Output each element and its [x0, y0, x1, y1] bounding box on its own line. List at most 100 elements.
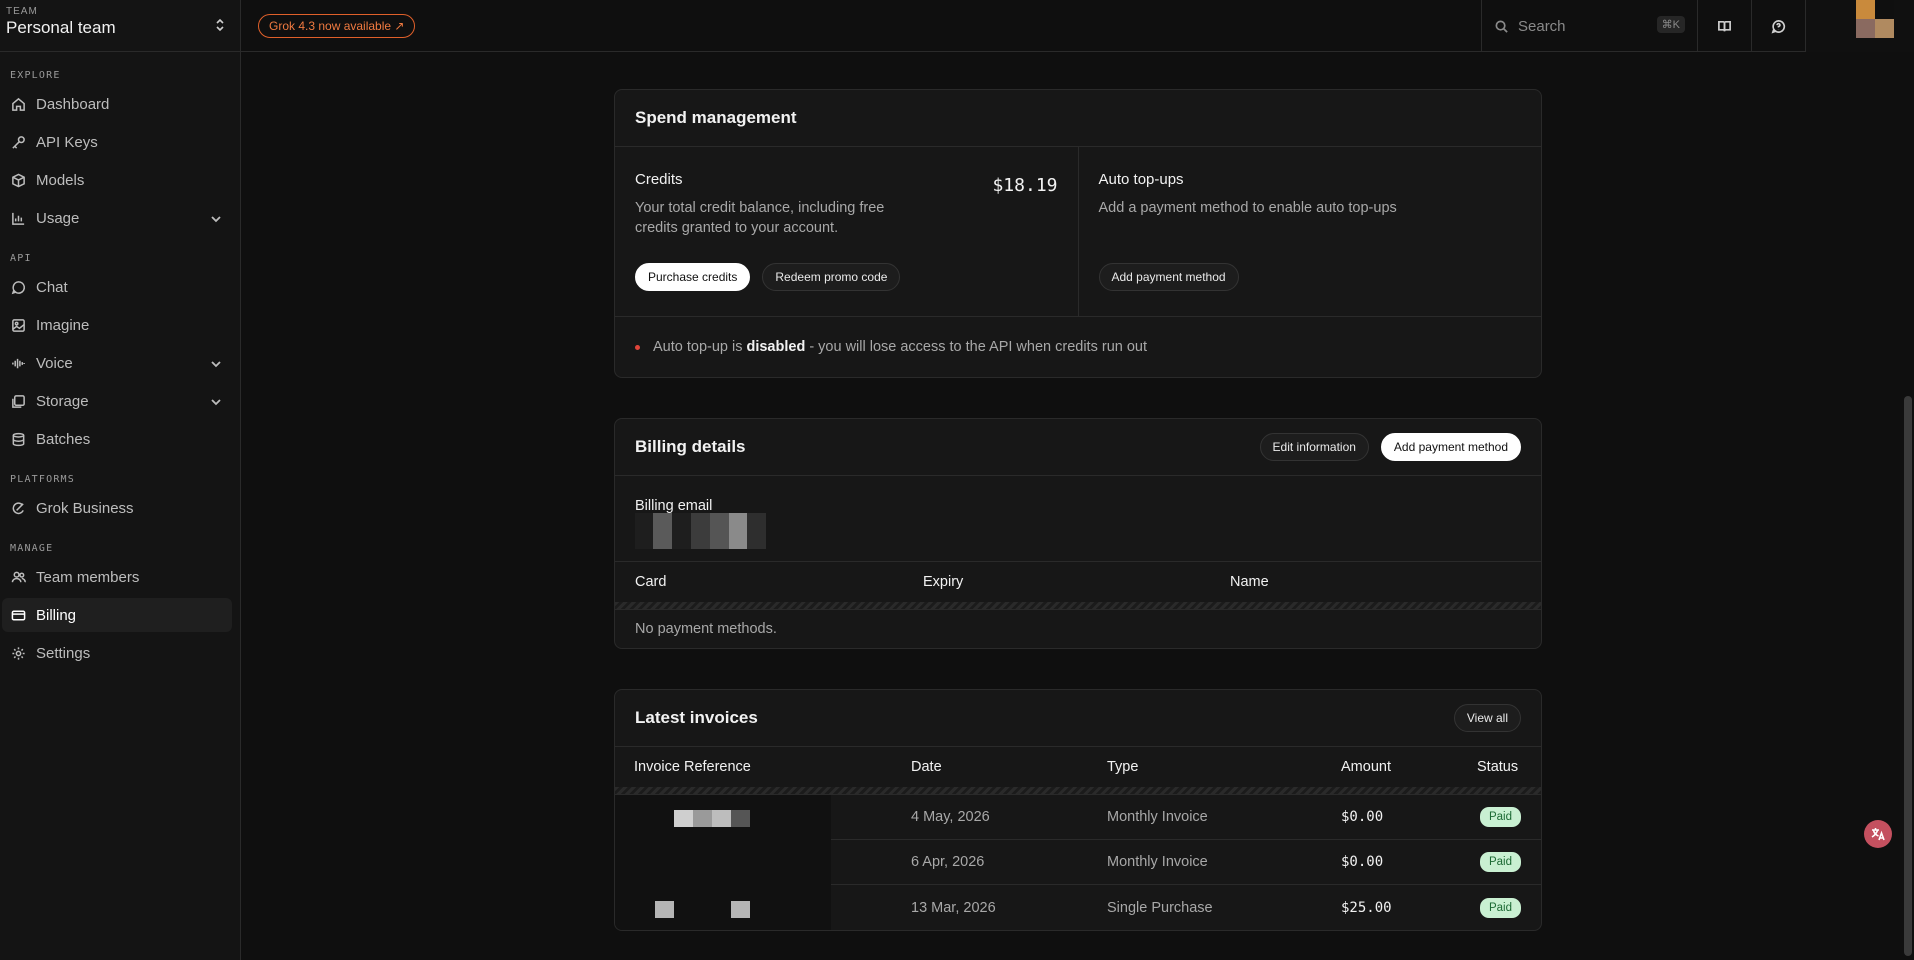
- chevron-down-icon[interactable]: [210, 357, 222, 369]
- column-expiry: Expiry: [923, 574, 964, 590]
- column-card: Card: [635, 574, 667, 590]
- avatar[interactable]: [1856, 0, 1894, 38]
- column-name: Name: [1230, 574, 1269, 590]
- invoice-amount: $0.00: [1341, 854, 1384, 870]
- sidebar-item-label: Usage: [36, 209, 80, 227]
- invoice-amount: $25.00: [1341, 899, 1392, 916]
- search-shortcut: ⌘K: [1656, 16, 1685, 33]
- translate-button[interactable]: [1864, 820, 1892, 848]
- main-area: Grok 4.3 now available ↗ Search ⌘K Spend…: [241, 0, 1914, 960]
- page-scrollbar[interactable]: [1904, 56, 1912, 956]
- add-payment-method-button[interactable]: Add payment method: [1380, 433, 1521, 461]
- section-label: MANAGE: [10, 543, 54, 554]
- sidebar-item-imagine[interactable]: Imagine: [2, 308, 232, 342]
- docs-button[interactable]: [1697, 0, 1751, 52]
- sidebar-item-label: Batches: [36, 430, 91, 448]
- redeem-promo-button[interactable]: Redeem promo code: [762, 263, 901, 291]
- sidebar-item-batches[interactable]: Batches: [2, 422, 232, 456]
- announcement-badge[interactable]: Grok 4.3 now available ↗: [258, 13, 416, 38]
- invoice-reference-redacted[interactable]: [615, 794, 831, 840]
- invoice-reference-redacted[interactable]: [615, 839, 831, 885]
- sidebar-item-chat[interactable]: Chat: [2, 270, 232, 304]
- team-name: Personal team: [6, 18, 116, 37]
- edit-information-button[interactable]: Edit information: [1259, 433, 1369, 461]
- chat-help-icon: [1771, 19, 1786, 33]
- status-badge[interactable]: Paid: [1479, 807, 1521, 827]
- sidebar-item-models[interactable]: Models: [2, 163, 232, 197]
- invoice-amount: $0.00: [1341, 809, 1384, 825]
- sidebar-item-api-keys[interactable]: API Keys: [2, 125, 232, 159]
- avatar-slot: [1805, 0, 1914, 52]
- column-amount: Amount: [1341, 759, 1391, 775]
- database-icon: [10, 431, 26, 447]
- sidebar: TEAM Personal team EXPLORE Dashboard API…: [0, 0, 241, 960]
- sidebar-item-label: Imagine: [36, 316, 90, 334]
- billing-details-card: Billing details Edit information Add pay…: [614, 418, 1542, 649]
- sidebar-item-settings[interactable]: Settings: [2, 636, 232, 670]
- credit-card-icon: [10, 607, 26, 623]
- invoice-date: 4 May, 2026: [911, 809, 990, 825]
- home-icon: [10, 96, 26, 112]
- sidebar-item-label: Dashboard: [36, 95, 110, 113]
- sidebar-item-storage[interactable]: Storage: [2, 384, 232, 418]
- spend-management-card: Spend management Credits $18.19 Your tot…: [614, 89, 1542, 378]
- feedback-button[interactable]: [1751, 0, 1805, 52]
- search-icon: [1495, 20, 1508, 33]
- topbar: Grok 4.3 now available ↗ Search ⌘K: [241, 0, 1914, 52]
- view-all-button[interactable]: View all: [1453, 704, 1521, 732]
- table-row[interactable]: 6 Apr, 2026 Monthly Invoice $0.00 Paid: [615, 839, 1541, 885]
- table-row[interactable]: 13 Mar, 2026 Single Purchase $25.00 Paid: [615, 885, 1541, 930]
- sidebar-item-label: Billing: [36, 606, 77, 624]
- status-badge[interactable]: Paid: [1479, 852, 1521, 872]
- column-invoice-reference: Invoice Reference: [634, 759, 751, 775]
- search-input[interactable]: Search ⌘K: [1481, 0, 1697, 52]
- image-icon: [10, 317, 26, 333]
- card-header: Billing details Edit information Add pay…: [615, 419, 1541, 476]
- status-badge[interactable]: Paid: [1479, 897, 1521, 918]
- translate-icon: [1871, 828, 1885, 841]
- credits-actions: Purchase credits Redeem promo code: [635, 263, 901, 291]
- card-header: Spend management: [615, 90, 1541, 147]
- scroll-thumb[interactable]: [1904, 396, 1912, 956]
- credits-description: Your total credit balance, including fre…: [635, 200, 885, 236]
- purchase-credits-button[interactable]: Purchase credits: [635, 263, 751, 291]
- column-type: Type: [1107, 759, 1139, 775]
- invoices-table-header: Invoice Reference Date Type Amount Statu…: [615, 747, 1541, 787]
- invoice-type: Monthly Invoice: [1107, 854, 1208, 870]
- chat-icon: [10, 279, 26, 295]
- sidebar-item-label: API Keys: [36, 133, 98, 151]
- table-row[interactable]: 4 May, 2026 Monthly Invoice $0.00 Paid: [615, 794, 1541, 840]
- auto-topup-description: Add a payment method to enable auto top-…: [1098, 200, 1397, 216]
- book-icon: [1718, 20, 1731, 31]
- waveform-icon: [10, 355, 26, 371]
- storage-icon: [10, 393, 26, 409]
- team-label: TEAM: [6, 6, 38, 17]
- card-title: Spend management: [635, 108, 797, 127]
- sidebar-item-label: Settings: [36, 644, 91, 662]
- cube-icon: [10, 172, 26, 188]
- sidebar-item-team-members[interactable]: Team members: [2, 560, 232, 594]
- sidebar-item-grok-business[interactable]: Grok Business: [2, 491, 232, 525]
- users-icon: [10, 569, 26, 585]
- nav-section-explore: EXPLORE Dashboard API Keys Models Usage: [0, 70, 240, 235]
- invoice-date: 6 Apr, 2026: [911, 854, 985, 870]
- billing-email-value-redacted: [635, 513, 766, 549]
- notice-prefix: Auto top-up is: [653, 339, 743, 355]
- chevron-down-icon[interactable]: [210, 395, 222, 407]
- team-switcher[interactable]: TEAM Personal team: [0, 0, 240, 52]
- sidebar-item-voice[interactable]: Voice: [2, 346, 232, 380]
- auto-topup-actions: Add payment method: [1098, 263, 1239, 291]
- card-title: Latest invoices: [635, 708, 758, 727]
- sidebar-item-dashboard[interactable]: Dashboard: [2, 87, 232, 121]
- section-label: PLATFORMS: [10, 474, 75, 485]
- invoice-reference-redacted[interactable]: [615, 885, 831, 930]
- sidebar-item-label: Grok Business: [36, 499, 134, 517]
- card-title: Billing details: [635, 437, 746, 456]
- key-icon: [10, 134, 26, 150]
- sidebar-item-billing[interactable]: Billing: [2, 598, 232, 632]
- sidebar-item-usage[interactable]: Usage: [2, 201, 232, 235]
- auto-topup-notice: Auto top-up is disabled - you will lose …: [615, 317, 1541, 377]
- nav-section-platforms: PLATFORMS Grok Business: [0, 474, 240, 525]
- chevron-down-icon[interactable]: [210, 212, 222, 224]
- add-payment-method-button[interactable]: Add payment method: [1098, 263, 1239, 291]
